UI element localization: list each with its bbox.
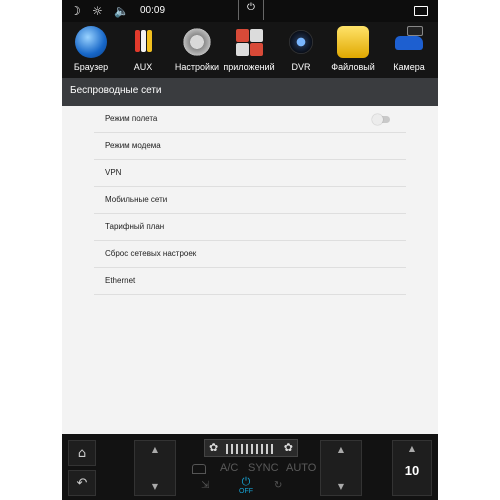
setting-mobile-networks[interactable]: Мобильные сети [94, 187, 406, 214]
app-label: Файловый [331, 62, 375, 72]
page-title: Беспроводные сети [70, 85, 162, 96]
app-aux[interactable]: AUX [116, 26, 170, 78]
app-camera[interactable]: Камера [382, 26, 436, 78]
climate-power-button[interactable]: ⏻ OFF [234, 476, 258, 496]
power-icon: ⏻ [241, 475, 251, 488]
page-header: Беспроводные сети [62, 78, 438, 106]
app-launcher-bar: Браузер AUX Настройки приложений DVR Фай… [62, 22, 438, 78]
auto-button[interactable]: AUTO [286, 462, 316, 474]
left-temp-up-icon[interactable]: ▲ [135, 445, 175, 454]
setting-vpn[interactable]: VPN [94, 160, 406, 187]
app-label: Камера [393, 62, 425, 72]
app-label: DVR [291, 62, 311, 72]
aux-cable-icon [127, 26, 159, 58]
power-label: OFF [239, 488, 253, 495]
setting-network-reset[interactable]: Сброс сетевых настроек [94, 241, 406, 268]
setting-ethernet[interactable]: Ethernet [94, 268, 406, 295]
app-label: Настройки [174, 62, 220, 72]
app-applications[interactable]: приложений [222, 26, 276, 78]
sync-button[interactable]: SYNC [248, 462, 279, 474]
airplane-mode-toggle[interactable] [372, 114, 390, 125]
setting-label: Тарифный план [105, 222, 165, 231]
home-button[interactable]: ⌂ [68, 440, 96, 466]
back-arrow-icon: ↶ [76, 476, 88, 491]
camera-car-icon [393, 26, 425, 58]
setting-tethering[interactable]: Режим модема [94, 133, 406, 160]
apps-grid-icon [233, 26, 265, 58]
back-button[interactable]: ↶ [68, 470, 96, 496]
recirculation-icon[interactable]: ↻ [274, 480, 282, 491]
app-label: Браузер [73, 62, 109, 72]
setting-label: Ethernet [105, 276, 136, 285]
night-mode-icon[interactable]: ☽ [70, 3, 81, 19]
setting-label: Мобильные сети [105, 195, 168, 204]
setting-label: Сброс сетевых настроек [105, 249, 197, 258]
right-temp-up-icon[interactable]: ▲ [321, 445, 361, 454]
right-temp-down-icon[interactable]: ▼ [321, 482, 361, 491]
volume-level-value: 10 [404, 463, 420, 478]
brightness-icon[interactable]: ☼ [92, 3, 103, 19]
app-settings[interactable]: Настройки [170, 26, 224, 78]
app-browser[interactable]: Браузер [64, 26, 118, 78]
setting-label: Режим полета [105, 114, 158, 123]
fan-low-icon[interactable]: ✿ [209, 441, 218, 454]
fan-speed-bars [226, 444, 276, 454]
dvr-lens-icon [285, 26, 317, 58]
fan-speed-control[interactable]: ✿ ✿ [204, 439, 298, 457]
volume-icon[interactable]: 🔈 [114, 3, 129, 19]
airflow-mode-icon[interactable]: ⇲ [201, 480, 209, 491]
climate-control-bar: ⌂ ↶ ▲ ▼ ✿ ✿ A/C SYNC AUTO ⇲ ↻ ⏻ OFF ▲ ▼ … [62, 434, 438, 500]
left-temp-control[interactable]: ▲ ▼ [134, 440, 176, 496]
settings-list: Режим полета Режим модема VPN Мобильные … [94, 106, 406, 295]
file-manager-folder-icon [337, 26, 369, 58]
clock: 00:09 [140, 5, 166, 16]
app-file-manager[interactable]: Файловый [326, 26, 380, 78]
recent-apps-icon[interactable] [414, 6, 428, 16]
setting-airplane-mode[interactable]: Режим полета [94, 106, 406, 133]
volume-up-icon[interactable]: ▲ [393, 444, 431, 453]
volume-level-control[interactable]: ▲ 10 [392, 440, 432, 496]
status-bar: ☽ ☼ 🔈 00:09 ⏻ [62, 0, 438, 22]
setting-data-plan[interactable]: Тарифный план [94, 214, 406, 241]
app-label: AUX [133, 62, 153, 72]
app-label: приложений [223, 62, 275, 72]
fan-high-icon[interactable]: ✿ [284, 441, 293, 454]
power-button-icon[interactable]: ⏻ [238, 0, 264, 20]
left-temp-down-icon[interactable]: ▼ [135, 482, 175, 491]
ac-button[interactable]: A/C [220, 462, 238, 474]
setting-label: VPN [105, 168, 122, 177]
settings-gear-icon [181, 26, 213, 58]
browser-globe-icon [75, 26, 107, 58]
app-dvr[interactable]: DVR [274, 26, 328, 78]
right-temp-control[interactable]: ▲ ▼ [320, 440, 362, 496]
front-defrost-icon[interactable] [192, 464, 206, 474]
home-icon: ⌂ [77, 446, 87, 461]
setting-label: Режим модема [105, 141, 161, 150]
head-unit-screen: ☽ ☼ 🔈 00:09 ⏻ Браузер AUX Настройки прил… [62, 0, 438, 500]
